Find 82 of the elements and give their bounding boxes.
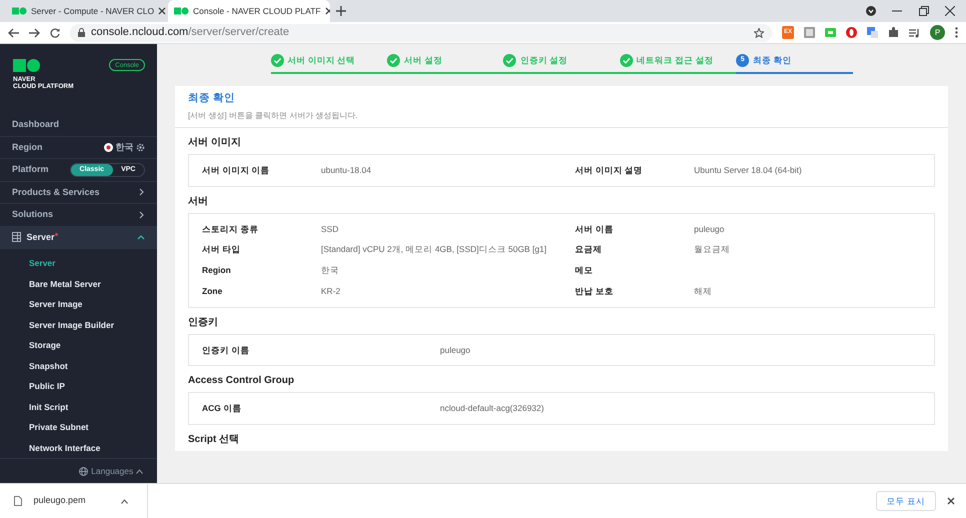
region-label: Region (12, 140, 42, 154)
chevron-up-icon[interactable] (120, 498, 128, 504)
field-label: Region (202, 264, 232, 277)
sidebar-subitem[interactable]: Public IP (0, 376, 157, 397)
browser-tab[interactable]: Console - NAVER CLOUD PLATF (168, 0, 330, 22)
field-value: 한국 (321, 264, 340, 277)
sidebar-subitem[interactable]: Server Image (0, 294, 157, 315)
field-value: [Standard] vCPU 2개, 메모리 4GB, [SSD]디스크 50GB [g1] (321, 243, 548, 256)
tab-search-icon[interactable] (866, 6, 876, 16)
field-label: 서버 타입 (202, 243, 242, 256)
sidebar-subitem[interactable]: Snapshot (0, 356, 157, 376)
sidebar-item[interactable]: Solutions (12, 208, 53, 222)
close-icon[interactable] (947, 497, 955, 505)
profile-avatar[interactable]: P (930, 25, 945, 40)
favicon-icon (12, 7, 27, 15)
check-circle-icon (270, 54, 284, 67)
more-icon[interactable] (955, 27, 958, 38)
sidebar-subitem[interactable]: Init Script (0, 396, 157, 418)
section-title: Access Control Group (188, 374, 296, 388)
check-circle-icon (620, 54, 633, 67)
logo-icon (13, 59, 41, 72)
card-subtitle: [서버 생성] 버튼을 클릭하면 서버가 생성됩니다. (188, 110, 359, 122)
field-label: 서버 이미지 이름 (202, 164, 271, 177)
field-label: 인증키 이름 (202, 344, 250, 356)
sidebar-item[interactable]: Server (26, 230, 55, 244)
close-icon[interactable] (945, 6, 955, 16)
field-value: Ubuntu Server 18.04 (64-bit) (694, 164, 803, 177)
field-value: 월요금제 (694, 243, 731, 256)
field-value: ubuntu-18.04 (321, 164, 372, 177)
download-file-name[interactable]: puleugo.pem (34, 494, 115, 508)
sidebar-subitem[interactable]: Bare Metal Server (0, 274, 157, 294)
region-value[interactable]: 한국 (115, 140, 134, 154)
field-label: 반납 보호 (575, 284, 614, 298)
languages-link[interactable]: Languages (91, 464, 134, 478)
field-value: puleugo (694, 222, 726, 236)
file-icon (14, 496, 22, 506)
back-icon[interactable] (8, 28, 19, 38)
platform-label: Platform (12, 163, 49, 176)
check-circle-icon (503, 54, 516, 67)
sidebar-subitem[interactable]: Storage (0, 335, 157, 356)
field-label: 스토리지 종류 (202, 222, 260, 236)
address-bar[interactable]: console.ncloud.com/server/server/create (70, 24, 772, 42)
show-all-button[interactable]: 모두 표시 (876, 490, 936, 512)
field-label: 요금제 (575, 243, 603, 256)
browser-tab[interactable]: Server - Compute - NAVER CLO (6, 0, 168, 22)
field-label: ACG 이름 (202, 402, 242, 416)
sidebar-subitem[interactable]: Network Interface (0, 438, 157, 458)
card-title: 최종 확인 (188, 91, 236, 106)
field-value: puleugo (440, 344, 472, 357)
new-tab-icon[interactable] (336, 6, 346, 16)
url-text: console.ncloud.com/server/server/create (91, 25, 290, 40)
flag-icon (104, 142, 112, 152)
server-icon (12, 232, 21, 242)
field-label: 서버 이름 (575, 222, 614, 236)
playlist-icon[interactable] (909, 28, 920, 38)
sidebar-subitem[interactable]: Server Image Builder (0, 314, 157, 336)
sidebar-subitem[interactable]: Private Subnet (0, 417, 157, 438)
maximize-icon[interactable] (918, 6, 928, 16)
reload-icon[interactable] (50, 28, 60, 38)
lock-icon (78, 28, 85, 37)
star-icon[interactable] (754, 28, 764, 38)
forward-icon[interactable] (29, 28, 40, 38)
globe-icon (79, 466, 88, 476)
section-title: 서버 (188, 194, 209, 208)
close-icon[interactable] (158, 7, 166, 15)
sidebar-subitem[interactable]: Server (0, 253, 157, 274)
field-label: 메모 (575, 264, 594, 277)
section-title: 서버 이미지 (188, 136, 242, 150)
field-label: 서버 이미지 설명 (575, 164, 644, 177)
chevron-right-icon (137, 188, 145, 196)
favicon-icon (174, 7, 189, 15)
sidebar-item[interactable]: Products & Services (12, 186, 100, 200)
field-value: KR-2 (321, 284, 342, 298)
chevron-right-icon (137, 210, 145, 219)
chevron-up-icon (136, 468, 143, 474)
check-circle-icon (386, 54, 400, 67)
section-title: Script 선택 (188, 433, 240, 447)
field-value: ncloud-default-acg(326932) (440, 402, 545, 416)
field-label: Zone (202, 284, 224, 298)
section-title: 인증키 (188, 316, 219, 330)
field-value: SSD (321, 222, 340, 236)
field-value: 해제 (694, 284, 713, 298)
